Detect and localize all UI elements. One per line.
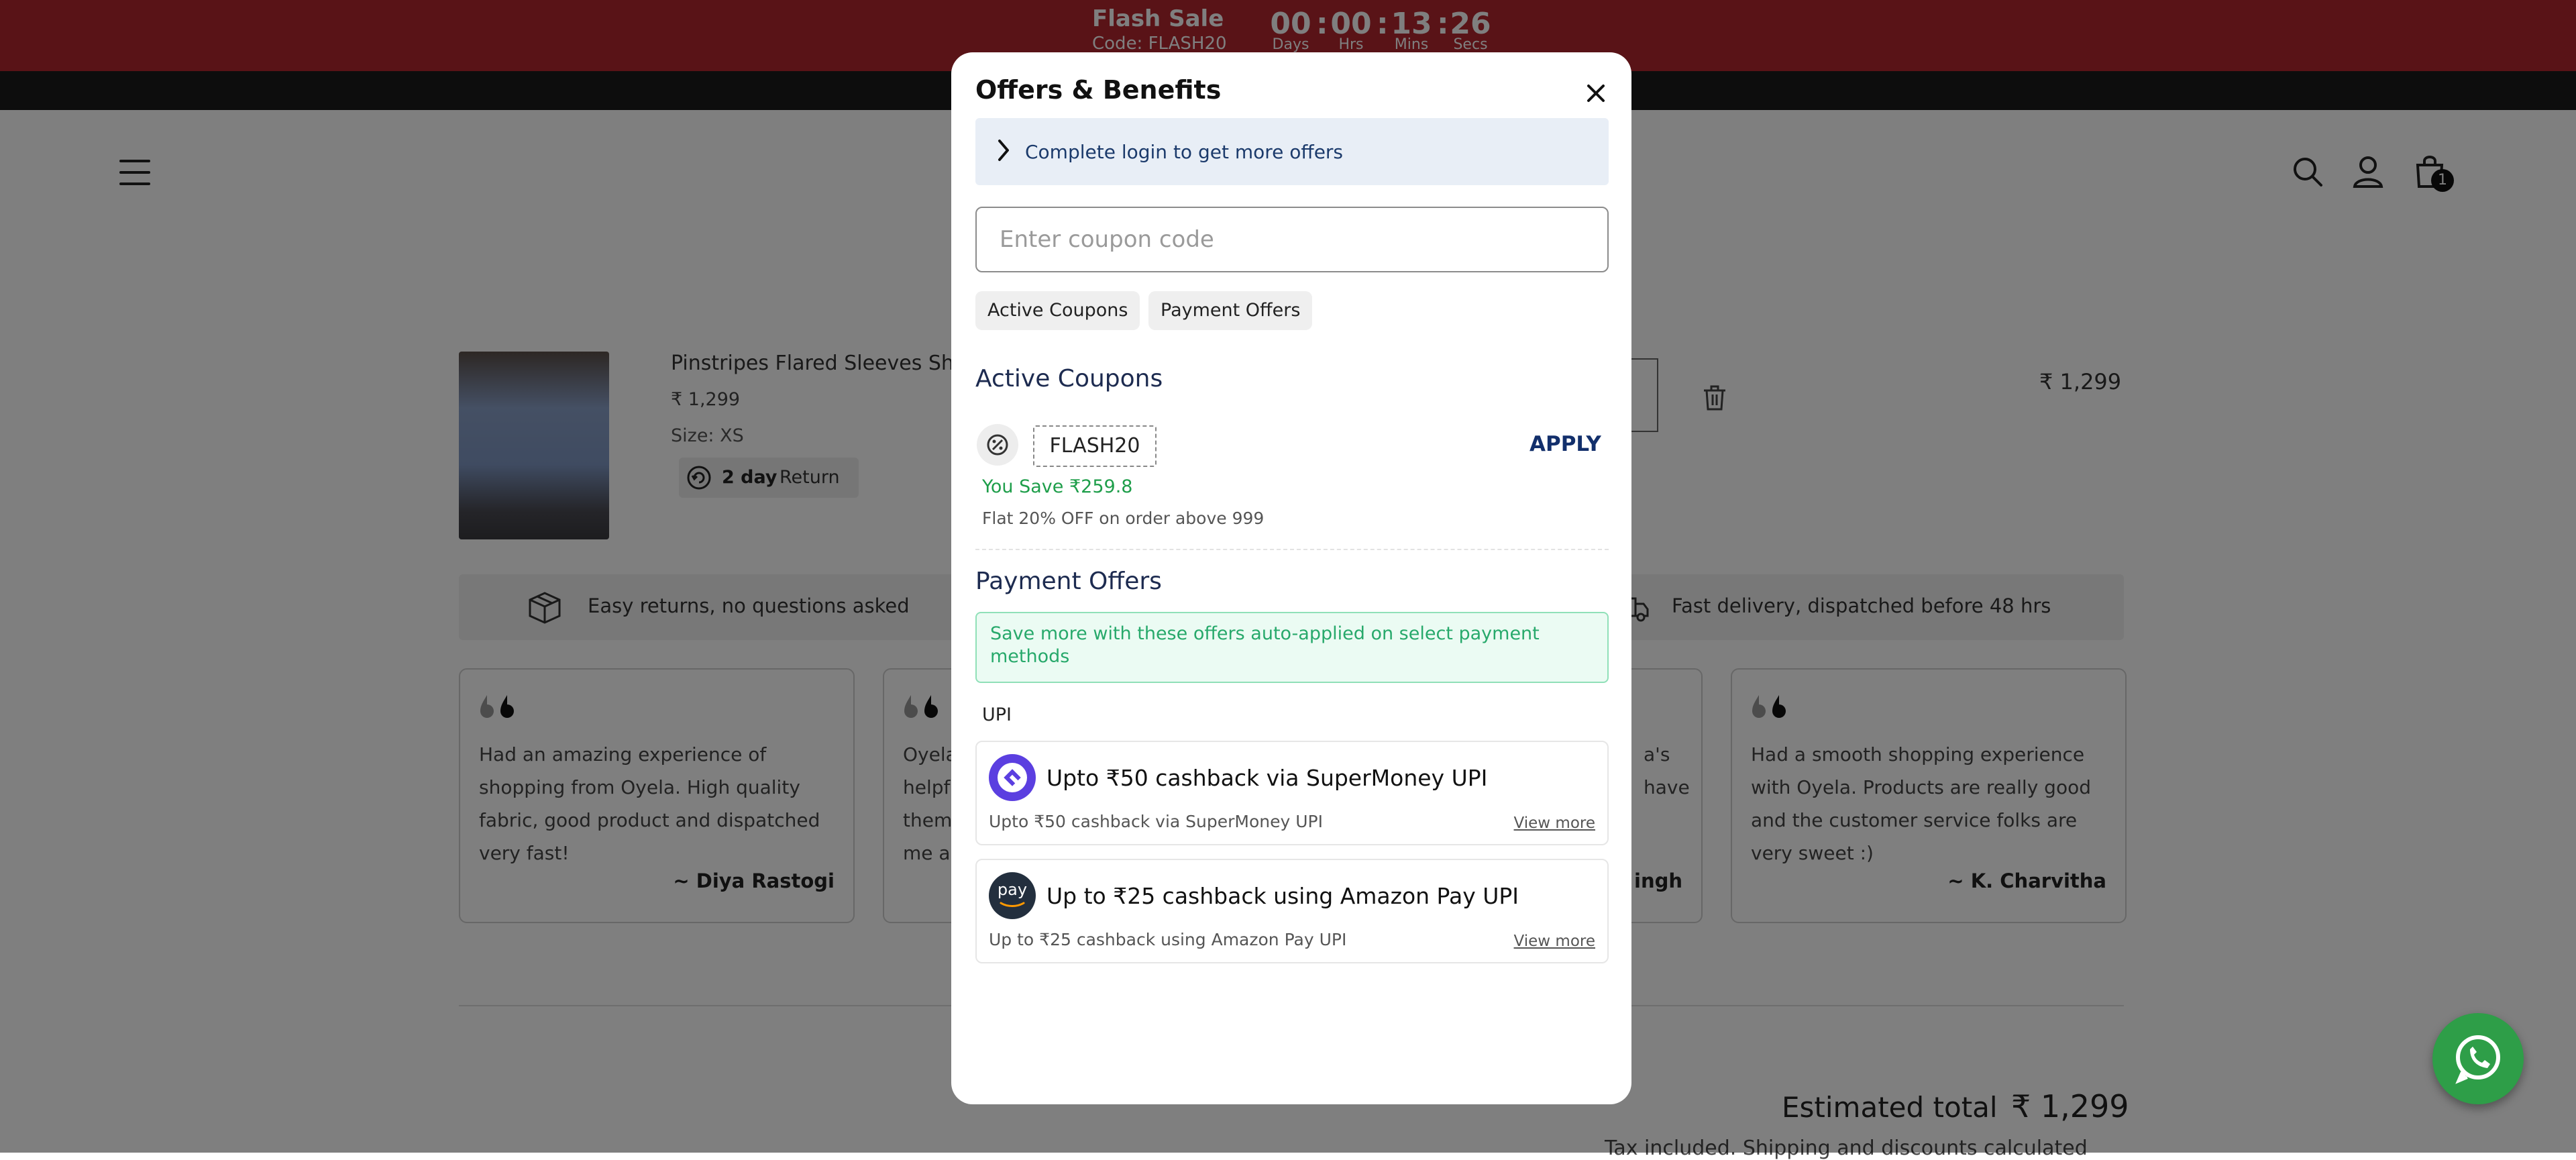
offers-modal: Offers & Benefits Complete login to get … [951,52,1631,1104]
view-more-link[interactable]: View more [1514,814,1595,832]
upi-section-label: UPI [982,704,1012,725]
coupon-description: Flat 20% OFF on order above 999 [982,509,1265,528]
payment-offer-title: Upto ₹50 cashback via SuperMoney UPI [1046,765,1488,791]
payment-offers-heading: Payment Offers [975,568,1162,595]
whatsapp-button[interactable] [2432,1013,2524,1104]
whatsapp-icon [2455,1035,2500,1084]
chip-active-coupons[interactable]: Active Coupons [975,291,1140,330]
coupon-discount-icon [977,424,1018,466]
payment-offer-subtitle: Up to ₹25 cashback using Amazon Pay UPI [989,930,1347,949]
coupon-divider [975,549,1609,550]
payment-offer-card: pay Up to ₹25 cashback using Amazon Pay … [975,859,1609,963]
payment-offer-subtitle: Upto ₹50 cashback via SuperMoney UPI [989,812,1323,831]
chevron-right-icon [998,140,1009,161]
payment-offer-title: Up to ₹25 cashback using Amazon Pay UPI [1046,883,1519,909]
payment-offers-note: Save more with these offers auto-applied… [975,612,1609,683]
cart-page: Flash Sale Code: FLASH20 00 Days : 00 Hr… [0,0,2576,1160]
payment-offer-card: Upto ₹50 cashback via SuperMoney UPI Upt… [975,741,1609,845]
active-coupons-heading: Active Coupons [975,365,1163,392]
login-for-offers-link[interactable]: Complete login to get more offers [975,118,1609,185]
close-icon[interactable] [1580,78,1611,109]
supermoney-logo-icon [989,754,1036,801]
coupon-code-input[interactable] [975,207,1609,272]
chip-payment-offers[interactable]: Payment Offers [1148,291,1313,330]
login-for-offers-text: Complete login to get more offers [1025,141,1344,163]
modal-title: Offers & Benefits [975,75,1222,105]
apply-coupon-button[interactable]: APPLY [1529,432,1601,456]
coupon-code-label: FLASH20 [1033,425,1157,467]
amazon-pay-logo-icon: pay [989,872,1036,919]
coupon-savings: You Save ₹259.8 [982,476,1133,497]
view-more-link[interactable]: View more [1514,933,1595,950]
